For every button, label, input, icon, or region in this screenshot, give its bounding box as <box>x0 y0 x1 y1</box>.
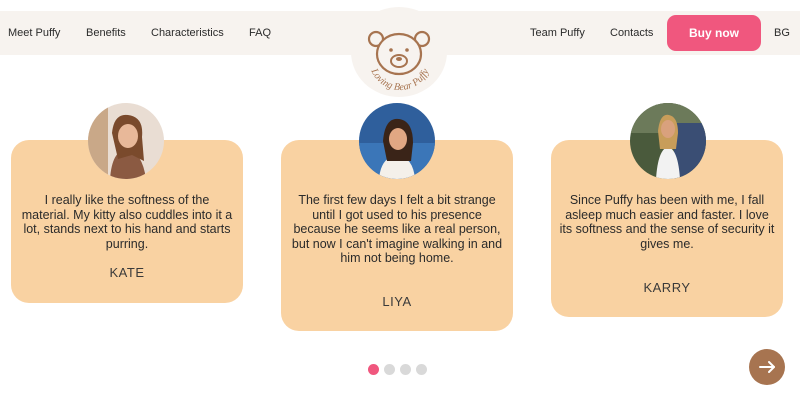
avatar-kate <box>88 103 164 179</box>
carousel-dot-2[interactable] <box>384 364 395 375</box>
nav-link-characteristics[interactable]: Characteristics <box>151 11 224 55</box>
testimonial-author: KATE <box>109 265 145 280</box>
buy-now-button[interactable]: Buy now <box>667 15 761 51</box>
carousel-dot-3[interactable] <box>400 364 411 375</box>
carousel-dot-1[interactable] <box>368 364 379 375</box>
nav-link-faq[interactable]: FAQ <box>249 11 271 55</box>
language-switcher[interactable]: BG <box>774 11 790 55</box>
testimonial-quote: I really like the softness of the materi… <box>21 193 233 251</box>
avatar-karry <box>630 103 706 179</box>
avatar-liya <box>359 103 435 179</box>
bear-icon: Loving Bear Puffy <box>367 30 432 93</box>
arrow-right-icon <box>759 361 775 373</box>
nav-link-meet-puffy[interactable]: Meet Puffy <box>8 11 60 55</box>
nav-link-team-puffy[interactable]: Team Puffy <box>530 11 585 55</box>
nav-link-benefits[interactable]: Benefits <box>86 11 126 55</box>
testimonial-quote: The first few days I felt a bit strange … <box>291 193 503 265</box>
carousel-next-button[interactable] <box>749 349 785 385</box>
nav-link-contacts[interactable]: Contacts <box>610 11 653 55</box>
testimonial-author: KARRY <box>643 280 691 295</box>
carousel-dot-4[interactable] <box>416 364 427 375</box>
testimonial-quote: Since Puffy has been with me, I fall asl… <box>559 193 775 251</box>
brand-logo[interactable]: Loving Bear Puffy <box>351 7 447 97</box>
testimonial-author: LIYA <box>382 294 412 309</box>
